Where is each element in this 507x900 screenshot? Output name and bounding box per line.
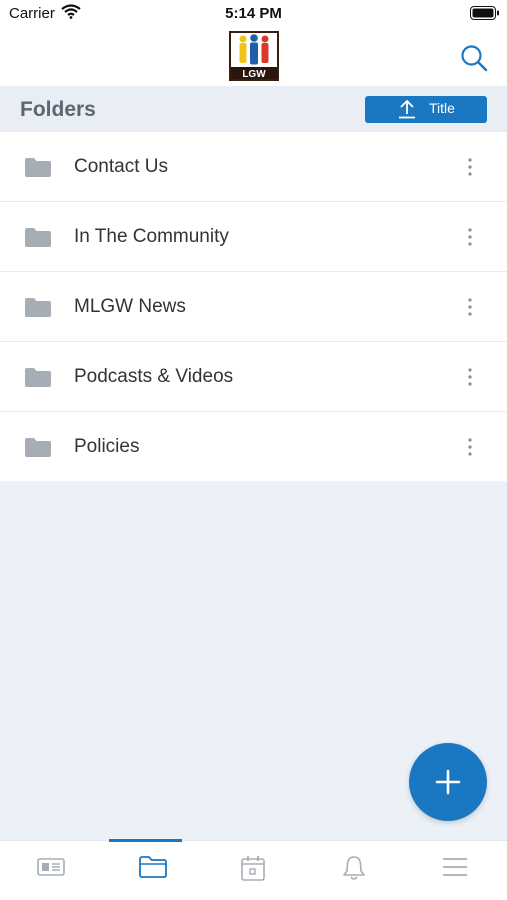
search-icon — [461, 45, 488, 72]
add-button[interactable] — [409, 743, 487, 821]
folder-row[interactable]: Contact Us — [0, 132, 507, 202]
folder-row[interactable]: Podcasts & Videos — [0, 342, 507, 412]
folder-label: Policies — [74, 436, 140, 457]
battery-icon — [470, 6, 500, 25]
status-bar: Carrier 5:14 PM — [0, 0, 507, 28]
arrow-up-icon — [397, 99, 417, 124]
logo-text: LGW — [242, 69, 266, 79]
tab-news[interactable] — [0, 841, 101, 900]
tab-calendar[interactable] — [202, 841, 303, 900]
folder-label: In The Community — [74, 226, 229, 247]
folders-title: Folders — [20, 98, 96, 121]
more-vertical-icon[interactable] — [464, 296, 476, 318]
more-vertical-icon[interactable] — [464, 156, 476, 178]
newspaper-icon — [37, 858, 65, 876]
more-vertical-icon[interactable] — [464, 366, 476, 388]
more-vertical-icon[interactable] — [464, 226, 476, 248]
plus-icon — [435, 769, 461, 795]
status-time: 5:14 PM — [225, 5, 282, 22]
calendar-icon — [241, 856, 265, 881]
tab-notifications[interactable] — [303, 841, 404, 900]
folder-row[interactable]: MLGW News — [0, 272, 507, 342]
tab-bar — [0, 839, 507, 900]
folder-list: Contact Us In The Community MLGW News Po… — [0, 132, 507, 481]
folder-label: Contact Us — [74, 156, 168, 177]
bell-icon — [343, 856, 365, 880]
folder-row[interactable]: Policies — [0, 412, 507, 481]
mlgw-logo: LGW — [229, 31, 279, 81]
search-button[interactable] — [458, 42, 490, 74]
hamburger-icon — [443, 858, 467, 876]
folder-icon — [139, 856, 167, 878]
folder-icon — [25, 227, 51, 252]
more-vertical-icon[interactable] — [464, 436, 476, 458]
folder-icon — [25, 157, 51, 182]
tab-folders[interactable] — [101, 841, 202, 900]
app-header: LGW — [0, 28, 507, 86]
folder-label: Podcasts & Videos — [74, 366, 234, 387]
folder-row[interactable]: In The Community — [0, 202, 507, 272]
folder-icon — [25, 367, 51, 392]
folders-header: Folders Title — [0, 86, 507, 132]
folder-icon — [25, 297, 51, 322]
folder-icon — [25, 437, 51, 462]
tab-menu[interactable] — [404, 841, 505, 900]
sort-by-title-button[interactable]: Title — [365, 96, 487, 123]
sort-label: Title — [429, 100, 455, 116]
folder-label: MLGW News — [74, 296, 186, 317]
